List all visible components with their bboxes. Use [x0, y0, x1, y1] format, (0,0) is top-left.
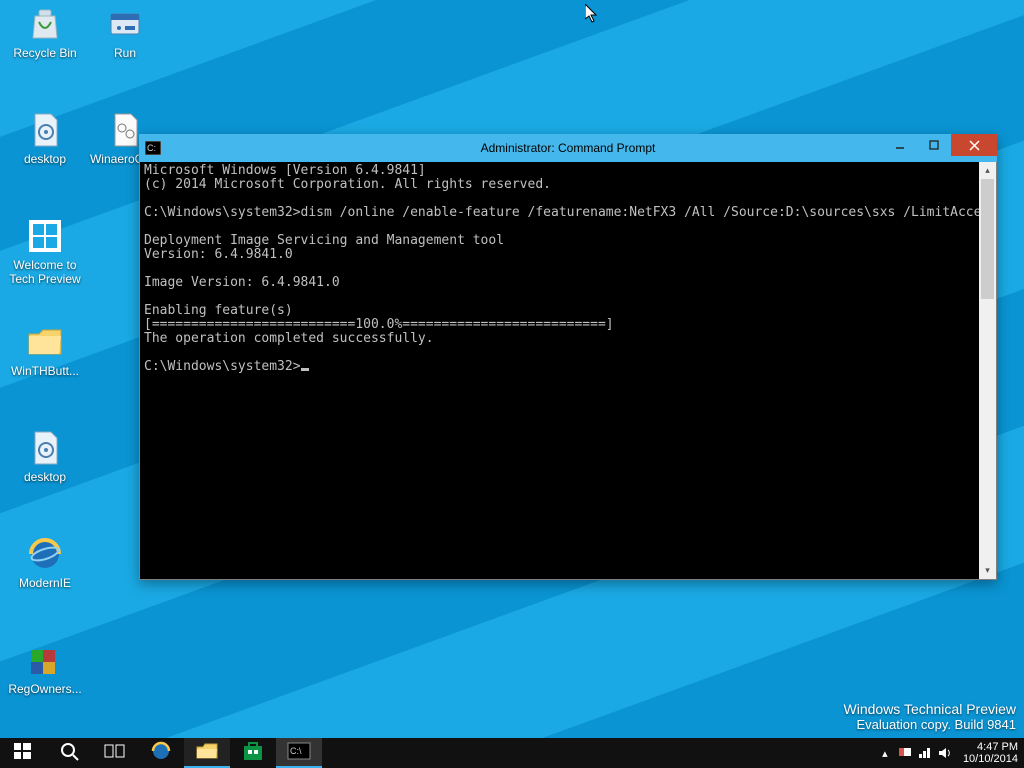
close-button[interactable]: [951, 134, 997, 156]
icon-label: desktop: [8, 152, 82, 166]
titlebar[interactable]: C: Administrator: Command Prompt: [139, 134, 997, 162]
action-center-icon[interactable]: [897, 745, 913, 761]
watermark-line1: Windows Technical Preview: [844, 701, 1016, 717]
taskbar-start-button[interactable]: [0, 738, 46, 768]
ie-icon: [21, 534, 69, 574]
desktop-icon-recycle-bin[interactable]: Recycle Bin: [8, 4, 82, 60]
maximize-button[interactable]: [917, 134, 951, 156]
taskbar-taskview-button[interactable]: [92, 738, 138, 768]
folder-icon: [21, 322, 69, 362]
gearfile-icon: [21, 110, 69, 150]
network-icon[interactable]: [917, 745, 933, 761]
scroll-down-arrow[interactable]: ▾: [979, 562, 996, 579]
taskview-icon: [104, 742, 126, 765]
recycle-icon: [21, 4, 69, 44]
scroll-thumb[interactable]: [981, 179, 994, 299]
folder-icon: [195, 741, 219, 766]
svg-text:C:\: C:\: [290, 746, 302, 756]
cmd-icon: C:\: [287, 742, 311, 765]
run-icon: [101, 4, 149, 44]
desktop-icon-run[interactable]: Run: [88, 4, 162, 60]
ie-icon: [150, 740, 172, 767]
show-hidden-icons[interactable]: ▴: [877, 745, 893, 761]
desktop-icon-winthbutt[interactable]: WinTHButt...: [8, 322, 82, 378]
clock[interactable]: 4:47 PM 10/10/2014: [957, 741, 1018, 765]
svg-text:C:: C:: [147, 143, 156, 153]
taskbar[interactable]: C:\ ▴ 4:47 PM 10/10/2014: [0, 738, 1024, 768]
clock-date: 10/10/2014: [963, 753, 1018, 765]
minimize-button[interactable]: [883, 134, 917, 156]
taskbar-search-button[interactable]: [46, 738, 92, 768]
cmd-sys-icon[interactable]: C:: [139, 134, 167, 162]
window-title: Administrator: Command Prompt: [139, 141, 997, 155]
icon-label: Run: [88, 46, 162, 60]
desktop-icon-desktop-ini2[interactable]: desktop: [8, 428, 82, 484]
taskbar-file-explorer-button[interactable]: [184, 738, 230, 768]
build-watermark: Windows Technical Preview Evaluation cop…: [844, 701, 1016, 732]
reg-icon: [21, 640, 69, 680]
system-tray[interactable]: ▴ 4:47 PM 10/10/2014: [871, 738, 1024, 768]
gearfile-icon: [21, 428, 69, 468]
store-icon: [242, 741, 264, 766]
search-icon: [59, 741, 79, 766]
vertical-scrollbar[interactable]: ▴ ▾: [979, 162, 996, 579]
command-prompt-window[interactable]: C: Administrator: Command Prompt Microso…: [139, 134, 997, 580]
icon-label: RegOwners...: [8, 682, 82, 696]
clock-time: 4:47 PM: [963, 741, 1018, 753]
window-controls: [883, 134, 997, 162]
taskbar-ie-button[interactable]: [138, 738, 184, 768]
icon-label: desktop: [8, 470, 82, 484]
start-icon: [13, 741, 33, 766]
desktop-icon-welcome[interactable]: Welcome to Tech Preview: [8, 216, 82, 286]
console-output[interactable]: Microsoft Windows [Version 6.4.9841] (c)…: [140, 162, 979, 579]
desktop-icon-modernie[interactable]: ModernIE: [8, 534, 82, 590]
icon-label: Welcome to Tech Preview: [8, 258, 82, 286]
volume-icon[interactable]: [937, 745, 953, 761]
icon-label: Recycle Bin: [8, 46, 82, 60]
icon-label: ModernIE: [8, 576, 82, 590]
scroll-up-arrow[interactable]: ▴: [979, 162, 996, 179]
watermark-line2: Evaluation copy. Build 9841: [844, 717, 1016, 732]
winlogo-icon: [21, 216, 69, 256]
icon-label: WinTHButt...: [8, 364, 82, 378]
desktop-icon-regowners[interactable]: RegOwners...: [8, 640, 82, 696]
taskbar-store-button[interactable]: [230, 738, 276, 768]
taskbar-cmd-button[interactable]: C:\: [276, 738, 322, 768]
desktop-icon-desktop-ini[interactable]: desktop: [8, 110, 82, 166]
